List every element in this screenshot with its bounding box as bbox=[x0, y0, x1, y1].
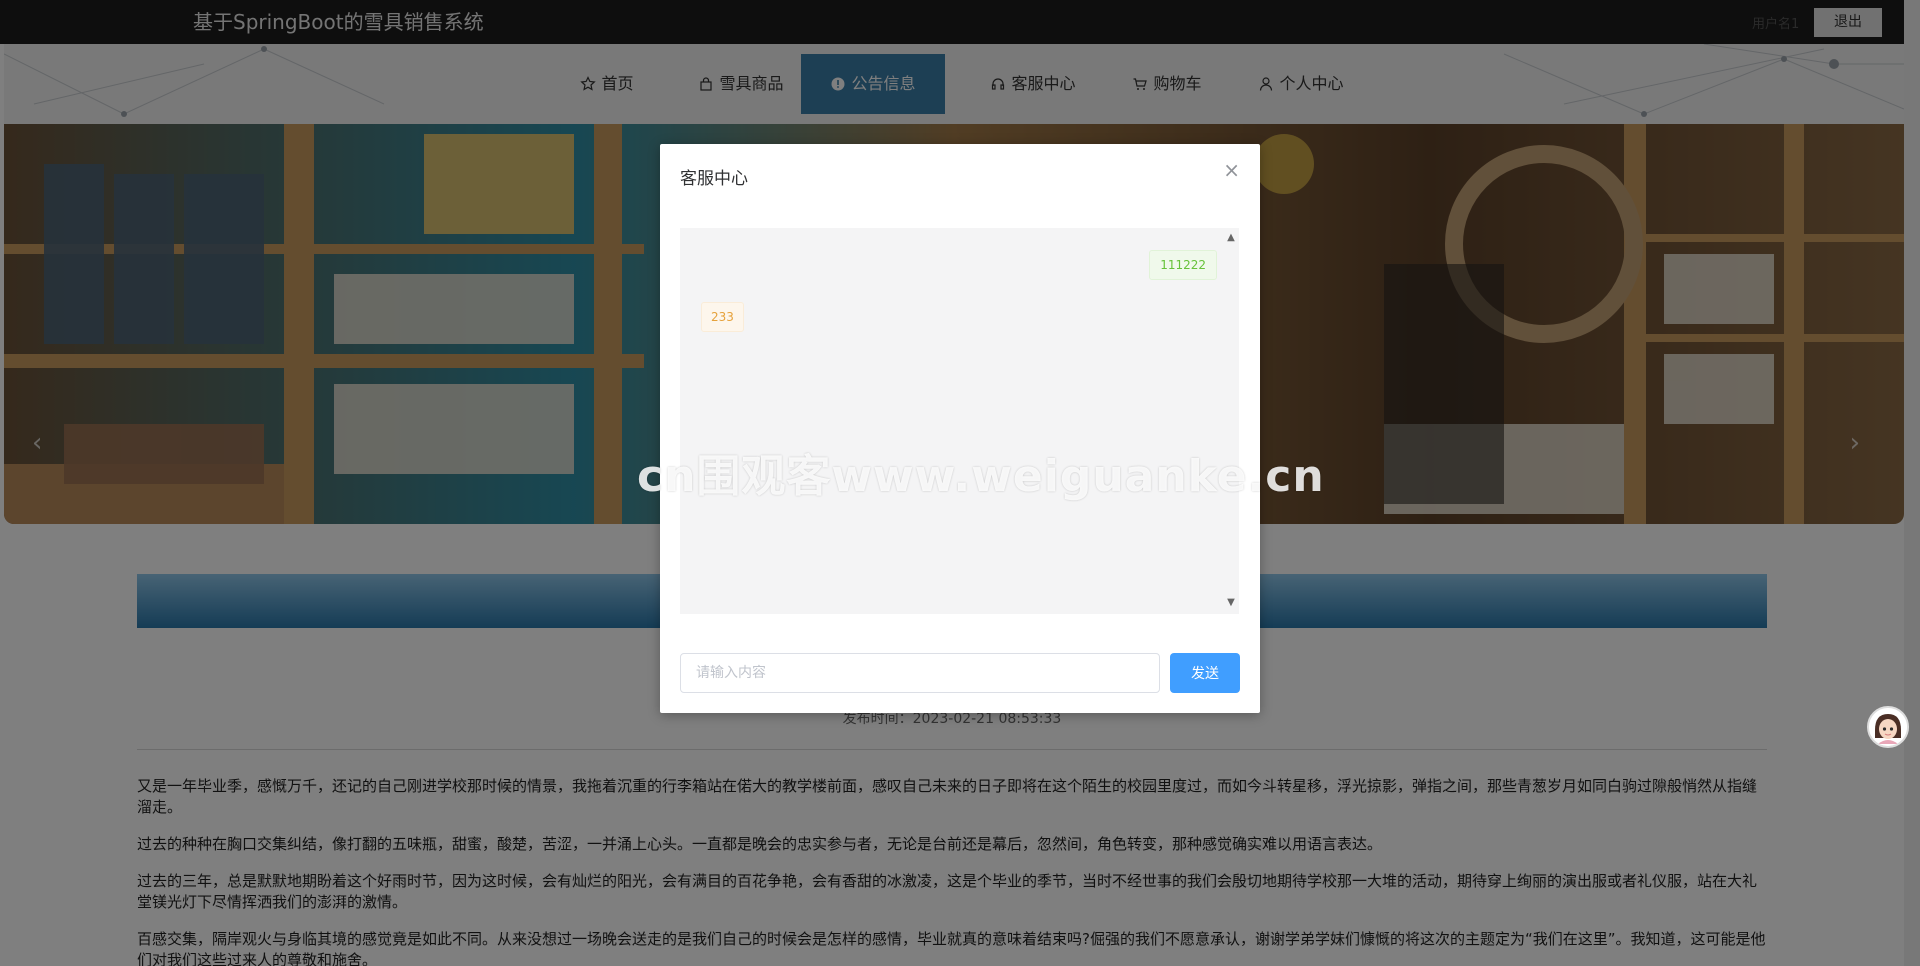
service-dialog: 客服中心 × ▲ 111222 233 ▼ 发送 bbox=[660, 144, 1260, 713]
dialog-title: 客服中心 bbox=[680, 169, 748, 189]
scroll-up-icon[interactable]: ▲ bbox=[1223, 232, 1239, 243]
scroll-down-icon[interactable]: ▼ bbox=[1223, 597, 1239, 608]
chat-input[interactable] bbox=[680, 653, 1160, 693]
chat-message-received: 233 bbox=[701, 302, 744, 332]
chat-message-sent: 111222 bbox=[1149, 250, 1217, 280]
avatar[interactable] bbox=[1867, 706, 1909, 748]
avatar-image bbox=[1869, 708, 1907, 746]
chat-messages[interactable]: ▲ 111222 233 ▼ bbox=[680, 228, 1239, 614]
close-icon[interactable]: × bbox=[1223, 160, 1240, 180]
watermark: cn围观客www.weiguanke.cn bbox=[637, 451, 1325, 502]
send-button[interactable]: 发送 bbox=[1170, 653, 1240, 693]
